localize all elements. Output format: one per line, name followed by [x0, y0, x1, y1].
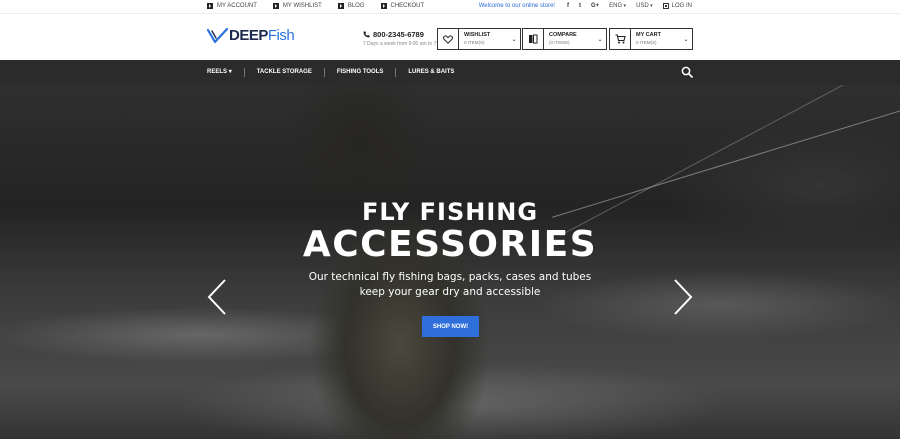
heart-icon	[438, 29, 459, 49]
top-utility-bar: MY ACCOUNT MY WISHLIST BLOG CHECKOUT Wel…	[0, 0, 900, 13]
wishlist-title: WISHLIST	[464, 32, 491, 38]
nav-item-fishing-tools[interactable]: FISHING TOOLS	[323, 68, 396, 77]
checkout-link[interactable]: CHECKOUT	[380, 3, 424, 9]
chevron-down-icon: ⌄	[511, 36, 517, 43]
compare-icon	[523, 29, 544, 49]
nav-item-reels[interactable]: REELS ▾	[207, 68, 244, 77]
logo-text-deep: DEEP	[229, 27, 268, 44]
logo-text-fish: Fish	[267, 27, 295, 44]
shop-now-button[interactable]: SHOP NOW!	[422, 316, 479, 337]
chevron-left-icon[interactable]	[206, 279, 228, 315]
chevron-down-icon: ▾	[228, 69, 232, 75]
phone-icon	[363, 31, 370, 38]
site-logo[interactable]: DEEP Fish	[207, 27, 295, 44]
language-select[interactable]: ENG	[609, 3, 626, 9]
hero-slider: FLY FISHING ACCESSORIES Our technical fl…	[0, 85, 900, 439]
cart-title: MY CART	[636, 32, 661, 38]
cart-icon	[610, 29, 631, 49]
my-account-link[interactable]: MY ACCOUNT	[207, 3, 257, 9]
chevron-right-icon[interactable]	[672, 279, 694, 315]
phone-number: 800-2345-6789	[373, 30, 424, 39]
account-links: MY ACCOUNT MY WISHLIST BLOG CHECKOUT	[207, 3, 424, 9]
cart-button[interactable]: MY CART 0 ITEM(S) ⌄	[609, 28, 693, 50]
main-nav: REELS ▾ TACKLE STORAGE FISHING TOOLS LUR…	[0, 60, 900, 85]
wishlist-count: 0 ITEM(S)	[464, 40, 485, 45]
site-header: DEEP Fish 800-2345-6789 7 Days a week fro…	[0, 13, 900, 60]
compare-button[interactable]: COMPARE (0 ITEMS) ⌄	[522, 28, 607, 50]
compare-count: (0 ITEMS)	[549, 40, 570, 45]
play-square-icon	[380, 3, 387, 9]
play-square-icon	[207, 3, 213, 9]
login-icon	[662, 3, 669, 9]
login-link[interactable]: LOG IN	[662, 3, 692, 9]
hero-subtitle: Our technical fly fishing bags, packs, c…	[308, 271, 592, 298]
chevron-down-icon: ⌄	[683, 36, 689, 43]
search-icon[interactable]	[681, 66, 693, 78]
wishlist-button[interactable]: WISHLIST 0 ITEM(S) ⌄	[437, 28, 521, 50]
blog-link[interactable]: BLOG	[337, 3, 365, 9]
hero-title-line2: ACCESSORIES	[302, 224, 598, 265]
my-wishlist-link[interactable]: MY WISHLIST	[272, 3, 322, 9]
facebook-icon[interactable]: f	[567, 3, 569, 9]
compare-title: COMPARE	[549, 32, 577, 38]
chevron-down-icon: ⌄	[597, 36, 603, 43]
cart-count: 0 ITEM(S)	[636, 40, 657, 45]
nav-item-tackle-storage[interactable]: TACKLE STORAGE	[243, 68, 324, 77]
topbar-right: Welcome to our online store! f t G+ ENG …	[479, 3, 692, 9]
welcome-message: Welcome to our online store!	[478, 3, 555, 9]
hero-title-line1: FLY FISHING	[361, 198, 539, 226]
logo-mark-icon	[207, 27, 229, 43]
google-plus-icon[interactable]: G+	[591, 3, 599, 9]
nav-item-lures-baits[interactable]: LURES & BAITS	[395, 68, 466, 77]
play-square-icon	[272, 3, 279, 9]
currency-select[interactable]: USD	[636, 3, 653, 9]
play-square-icon	[337, 3, 344, 9]
twitter-icon[interactable]: t	[579, 3, 581, 9]
